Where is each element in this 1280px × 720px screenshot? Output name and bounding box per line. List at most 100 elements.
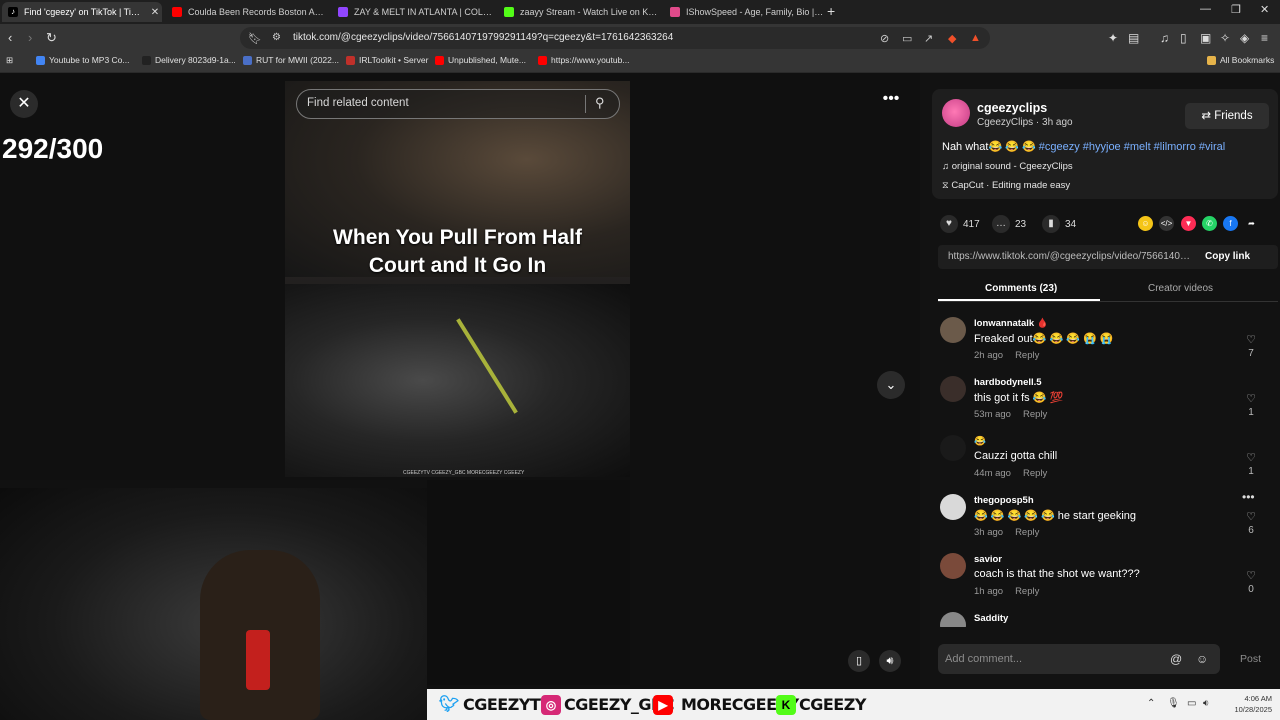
bookmark-icon[interactable]: 🔖︎	[248, 32, 262, 45]
search-icon[interactable]: ⚲	[595, 95, 605, 111]
avatar[interactable]	[940, 435, 966, 461]
cast-icon[interactable]: ⊘	[880, 32, 889, 45]
share-icon[interactable]: ↗	[924, 32, 933, 45]
leo-icon[interactable]: ✧	[1220, 31, 1230, 45]
maximize-icon[interactable]: ❐	[1231, 3, 1241, 16]
menu-icon[interactable]: ≡	[1261, 31, 1268, 45]
volume-icon[interactable]: 🔉︎	[1203, 698, 1209, 709]
more-options-icon[interactable]: •••	[877, 90, 905, 112]
post-link[interactable]: https://www.tiktok.com/@cgeezyclips/vide…	[948, 251, 1193, 262]
tab-twitch[interactable]: ZAY & MELT IN ATLANTA | COLLEGE	[332, 2, 492, 22]
bookmark-item[interactable]: RUT for MWII (2022...	[243, 55, 339, 65]
forward-icon[interactable]: ›	[28, 30, 32, 45]
comment-meta: 44m ago Reply	[974, 468, 1047, 479]
tab-comments[interactable]: Comments (23)	[985, 283, 1057, 294]
avatar[interactable]	[940, 317, 966, 343]
post-username[interactable]: cgeezyclips	[977, 101, 1047, 115]
chevron-down-icon[interactable]: ⌄	[877, 371, 905, 399]
display-icon[interactable]: ▭	[1187, 698, 1196, 709]
all-bookmarks[interactable]: All Bookmarks	[1207, 55, 1274, 65]
send-icon[interactable]: ▼	[1181, 216, 1196, 231]
brave-shield-icon[interactable]: ◆	[948, 32, 956, 45]
comment-user[interactable]: lonwannatalk 🩸	[974, 318, 1049, 329]
back-icon[interactable]: ‹	[8, 30, 12, 45]
facebook-icon[interactable]: f	[1223, 216, 1238, 231]
bookmark-item[interactable]: Delivery 8023d9-1a...	[142, 55, 236, 65]
tab-kick[interactable]: zaayy Stream - Watch Live on Kick	[498, 2, 658, 22]
share-arrow-icon[interactable]: ➦	[1244, 216, 1259, 231]
tab-youtube[interactable]: Coulda Been Records Boston Auditio	[166, 2, 326, 22]
mention-icon[interactable]: @	[1170, 652, 1182, 666]
minimize-icon[interactable]: —	[1200, 3, 1211, 15]
comment-stat[interactable]: … 23	[992, 215, 1026, 233]
comment-user[interactable]: savior	[974, 554, 1002, 565]
heart-icon[interactable]: ♡	[1244, 569, 1258, 582]
avatar[interactable]	[940, 376, 966, 402]
system-clock[interactable]: 4:06 AM 10/28/2025	[1222, 693, 1272, 715]
comment-user[interactable]: hardbodynell.5	[974, 377, 1042, 388]
bookmark-item[interactable]: Unpublished, Mute...	[435, 55, 526, 65]
related-search-input[interactable]: Find related content ⚲	[296, 89, 620, 119]
reply-button[interactable]: Reply	[1015, 350, 1039, 361]
bookmark-item[interactable]: IRLToolkit • Server	[346, 55, 428, 65]
youtube-icon: ▶	[653, 695, 673, 715]
reply-button[interactable]: Reply	[1015, 586, 1039, 597]
reload-icon[interactable]: ↻	[46, 30, 57, 46]
comment-input[interactable]: Add comment... @ ☺	[938, 644, 1220, 674]
microphone-icon[interactable]: 🎙︎	[1167, 698, 1180, 709]
post-button[interactable]: Post	[1240, 653, 1261, 665]
heart-icon[interactable]: ♡	[1244, 451, 1258, 464]
comment-user[interactable]: Saddity	[974, 613, 1008, 624]
reply-button[interactable]: Reply	[1015, 527, 1039, 538]
chevron-up-icon[interactable]: ⌃	[1147, 698, 1155, 709]
emoji-icon[interactable]: ☺	[1196, 652, 1208, 666]
coin-icon[interactable]: ☺	[1138, 216, 1153, 231]
friends-button[interactable]: ⇄ Friends	[1185, 103, 1269, 129]
new-tab-button[interactable]: +	[827, 3, 835, 19]
wallet-icon[interactable]: ▣	[1200, 31, 1211, 45]
heart-icon[interactable]: ♡	[1244, 333, 1258, 346]
comment-user[interactable]: thegoposp5h	[974, 495, 1034, 506]
tab-tiktok[interactable]: ♪ Find 'cgeezy' on TikTok | TikTo ✕	[2, 2, 162, 22]
close-video-button[interactable]: ✕	[10, 90, 38, 118]
sidebar-icon[interactable]: ▯	[1180, 31, 1187, 45]
extensions-icon[interactable]: ✦	[1108, 31, 1118, 45]
close-tab-icon[interactable]: ✕	[148, 7, 162, 18]
video-player[interactable]: When You Pull From Half Court and It Go …	[285, 81, 630, 477]
brave-rewards-icon[interactable]: ▲	[970, 32, 981, 44]
like-stat[interactable]: ♥ 417	[940, 215, 980, 233]
device-icon[interactable]: ▯	[848, 650, 870, 672]
tab-creator-videos[interactable]: Creator videos	[1148, 283, 1213, 294]
apps-icon[interactable]: ⊞	[6, 55, 13, 66]
url-field[interactable]: 🔖︎ ⚙︎ tiktok.com/@cgeezyclips/video/7566…	[240, 27, 990, 49]
tab-ishowspeed[interactable]: IShowSpeed - Age, Family, Bio | Fame	[664, 2, 824, 22]
whatsapp-icon[interactable]: ✆	[1202, 216, 1217, 231]
reply-button[interactable]: Reply	[1023, 409, 1047, 420]
more-options-icon[interactable]: •••	[1242, 490, 1255, 504]
pip-icon[interactable]: ▭	[902, 32, 912, 45]
sound-row[interactable]: ♫ original sound - CgeezyClips	[942, 161, 1073, 172]
avatar[interactable]	[940, 494, 966, 520]
save-stat[interactable]: ▮ 34	[1042, 215, 1076, 233]
close-window-icon[interactable]: ✕	[1260, 3, 1269, 16]
avatar[interactable]	[942, 99, 970, 127]
overlay-counter: 292/300	[2, 133, 104, 164]
avatar[interactable]	[940, 553, 966, 579]
heart-icon[interactable]: ♡	[1244, 392, 1258, 405]
vpn-icon[interactable]: ◈	[1240, 31, 1249, 45]
reader-icon[interactable]: ▤	[1128, 31, 1139, 45]
comment-user[interactable]: 😂	[974, 436, 986, 447]
site-info-icon[interactable]: ⚙︎	[272, 32, 281, 43]
capcut-row[interactable]: ⧖ CapCut · Editing made easy	[942, 180, 1070, 191]
volume-icon[interactable]: 🔊︎	[879, 650, 901, 672]
reply-button[interactable]: Reply	[1023, 468, 1047, 479]
bookmark-item[interactable]: https://www.youtub...	[538, 55, 629, 65]
music-icon[interactable]: ♫	[1160, 31, 1169, 45]
hashtags[interactable]: #cgeezy #hyyjoe #melt #lilmorro #viral	[1039, 141, 1225, 153]
capcut-icon: ⧖	[942, 180, 952, 191]
avatar[interactable]	[940, 612, 966, 627]
copy-link-button[interactable]: Copy link	[1205, 251, 1250, 262]
bookmark-item[interactable]: Youtube to MP3 Co...	[36, 55, 130, 65]
heart-icon[interactable]: ♡	[1244, 510, 1258, 523]
embed-icon[interactable]: </>	[1159, 216, 1174, 231]
